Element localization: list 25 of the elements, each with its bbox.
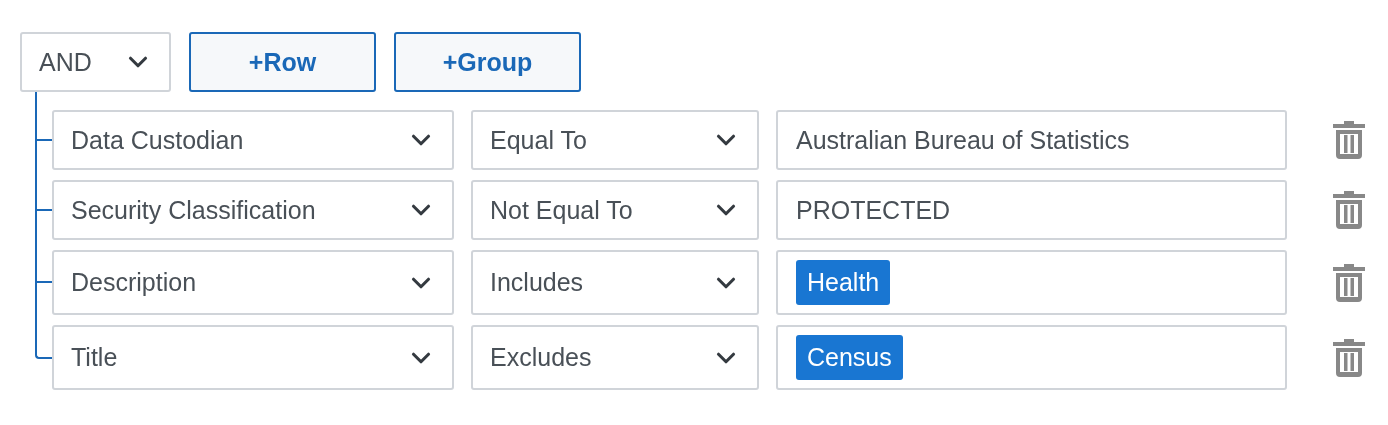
field-select[interactable]: Title bbox=[52, 325, 454, 390]
delete-button[interactable] bbox=[1332, 263, 1366, 302]
delete-button[interactable] bbox=[1332, 338, 1366, 377]
value-input[interactable]: PROTECTED bbox=[776, 180, 1287, 240]
trash-icon bbox=[1332, 338, 1366, 377]
tag-input[interactable]: Census bbox=[776, 325, 1287, 390]
add-row-button[interactable]: +Row bbox=[189, 32, 376, 92]
field-select[interactable]: Data Custodian bbox=[52, 110, 454, 170]
delete-button[interactable] bbox=[1332, 121, 1366, 159]
add-group-button[interactable]: +Group bbox=[394, 32, 581, 92]
combinator-select[interactable]: AND bbox=[20, 32, 171, 92]
tag-chip: Census bbox=[796, 335, 903, 380]
tag-chip: Health bbox=[796, 260, 891, 305]
operator-select[interactable]: Excludes bbox=[471, 325, 759, 390]
field-select[interactable]: Description bbox=[52, 250, 454, 315]
operator-select[interactable]: Equal To bbox=[471, 110, 759, 170]
value-input[interactable]: Australian Bureau of Statistics bbox=[776, 110, 1287, 170]
trash-icon bbox=[1332, 191, 1366, 229]
delete-button[interactable] bbox=[1332, 191, 1366, 229]
operator-select[interactable]: Includes bbox=[471, 250, 759, 315]
field-select[interactable]: Security Classification bbox=[52, 180, 454, 240]
operator-select[interactable]: Not Equal To bbox=[471, 180, 759, 240]
tag-input[interactable]: Health bbox=[776, 250, 1287, 315]
trash-icon bbox=[1332, 263, 1366, 302]
trash-icon bbox=[1332, 121, 1366, 159]
